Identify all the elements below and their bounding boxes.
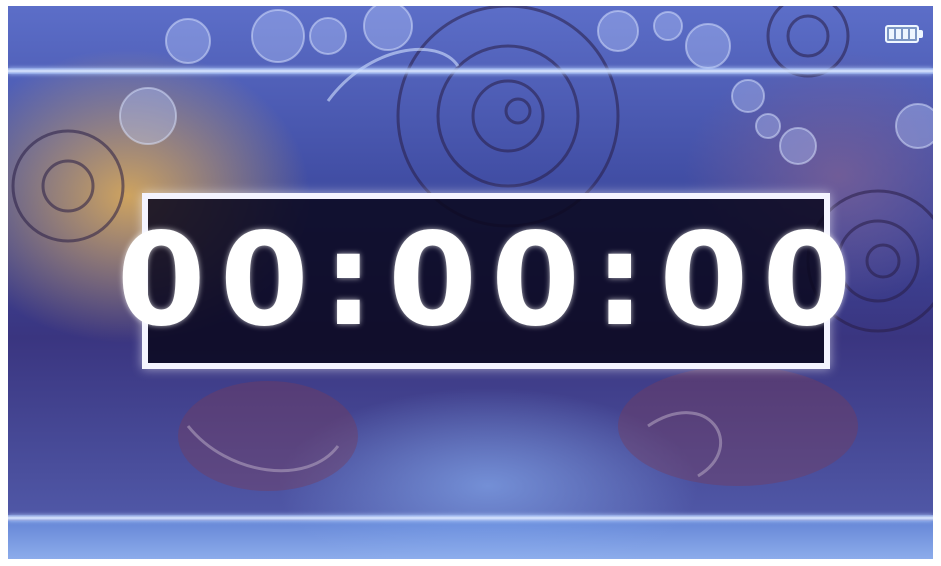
top-divider-line xyxy=(8,68,933,74)
battery-level-bars xyxy=(885,25,919,43)
elapsed-time-readout: 00:00:00 xyxy=(116,206,866,355)
battery-full-icon xyxy=(885,24,927,44)
battery-tip xyxy=(919,30,923,38)
bottom-divider-line xyxy=(8,515,933,521)
timer-display-box: 00:00:00 xyxy=(117,193,851,369)
player-screen: 00:00:00 xyxy=(8,6,933,559)
bottom-status-band xyxy=(8,521,933,559)
